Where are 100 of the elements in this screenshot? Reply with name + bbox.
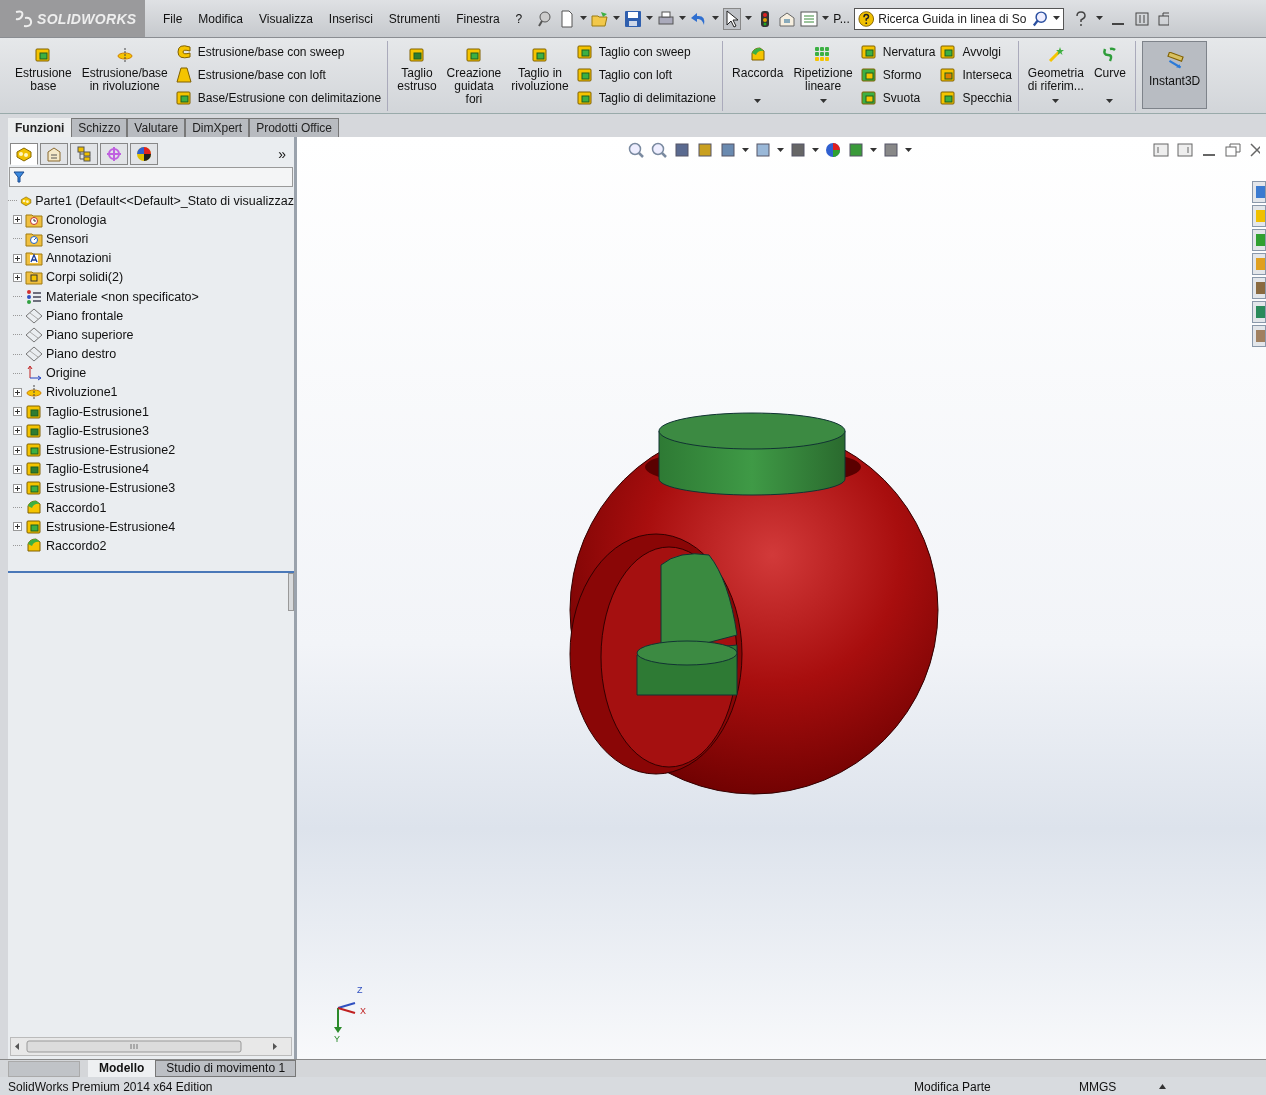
tree-item[interactable]: Estrusione-Estrusione2 [46, 443, 176, 458]
caret-up-icon[interactable] [1159, 1084, 1166, 1089]
print-icon[interactable] [657, 9, 676, 28]
tree-item[interactable]: Cronologia [46, 212, 107, 227]
tree-item[interactable]: Piano superiore [46, 327, 134, 342]
ribbon-button[interactable]: Creazione guidata fori [443, 41, 505, 109]
ribbon-command[interactable]: Base/Estrusione con delimitazione [197, 91, 382, 105]
caret-icon[interactable] [712, 16, 720, 21]
expand-box[interactable] [13, 387, 22, 397]
ribbon-command[interactable]: Taglio di delimitazione [598, 91, 717, 105]
caret-icon[interactable] [613, 16, 621, 21]
ribbon-command[interactable]: Estrusione/base con loft [197, 68, 326, 82]
caret-icon[interactable] [754, 99, 762, 104]
tree-item[interactable]: Taglio-Estrusione4 [46, 462, 149, 477]
model-tab[interactable]: Studio di movimento 1 [155, 1060, 297, 1077]
caret-icon[interactable] [777, 147, 784, 153]
tree-item[interactable]: Raccordo2 [46, 538, 107, 553]
panel-tab[interactable] [130, 143, 158, 165]
ribbon-button[interactable]: Ripetizione lineare [790, 41, 856, 109]
ribbon-button[interactable]: Estrusione/base in rivoluzione [78, 41, 171, 109]
tree-item[interactable]: Sensori [46, 231, 89, 246]
expand-box[interactable] [13, 445, 22, 455]
ribbon-command[interactable]: Svuota [882, 91, 921, 105]
caret-icon[interactable] [905, 147, 912, 153]
caret-icon[interactable] [679, 16, 687, 21]
tree-item[interactable]: Annotazioni [46, 251, 112, 266]
caret-icon[interactable] [870, 147, 877, 153]
restore-icon[interactable] [1156, 9, 1169, 28]
restore-icon[interactable] [1224, 141, 1242, 159]
ribbon-tab[interactable]: Funzioni [8, 118, 72, 137]
select-button[interactable] [723, 7, 742, 30]
horizontal-scrollbar[interactable] [10, 1037, 292, 1056]
ribbon-tab[interactable]: Valutare [127, 118, 186, 137]
save-icon[interactable] [624, 9, 643, 28]
caret-icon[interactable] [742, 147, 749, 153]
expand-box[interactable] [13, 426, 22, 436]
tree-item[interactable]: Estrusione-Estrusione4 [46, 519, 176, 534]
tree-item[interactable]: Parte1 (Default<<Default>_Stato di visualizzaz [35, 193, 294, 208]
instant3d-button[interactable]: Instant3D [1141, 41, 1208, 109]
caret-icon[interactable] [646, 16, 654, 21]
ribbon-tab[interactable]: Schizzo [71, 118, 128, 137]
search-icon[interactable] [1032, 9, 1049, 28]
tree-item[interactable]: Corpi solidi(2) [46, 270, 124, 285]
ribbon-button[interactable]: Geometria di riferim... [1024, 41, 1087, 109]
menu-item[interactable]: ? [507, 8, 531, 29]
task-pane-tab-icon[interactable] [1252, 277, 1266, 299]
ribbon-tab[interactable]: DimXpert [185, 118, 250, 137]
tree-item[interactable]: Piano frontale [46, 308, 124, 323]
ribbon-button[interactable]: Taglio estruso [394, 41, 440, 109]
expand-box[interactable] [13, 464, 22, 474]
zoom-to-fit-icon[interactable] [627, 141, 645, 159]
tree-item[interactable]: Estrusione-Estrusione3 [46, 481, 176, 496]
menu-item[interactable]: File [155, 8, 191, 29]
menu-item[interactable]: Strumenti [380, 8, 449, 29]
task-pane-tab-icon[interactable] [1252, 181, 1266, 203]
ribbon-command[interactable]: Estrusione/base con sweep [197, 45, 345, 59]
ribbon-command[interactable]: Nervatura [882, 45, 936, 59]
model-tab[interactable]: Modello [88, 1060, 156, 1077]
ribbon-command[interactable]: Avvolgi [962, 45, 1001, 59]
caret-icon[interactable] [822, 16, 830, 21]
menu-item[interactable]: Finestra [448, 8, 508, 29]
caret-icon[interactable] [1095, 16, 1103, 21]
zoom-area-icon[interactable] [650, 141, 668, 159]
tile-icon[interactable] [1132, 9, 1151, 28]
menu-item[interactable]: Visualizza [251, 8, 321, 29]
ribbon-command[interactable]: Sformo [882, 68, 922, 82]
tree-item[interactable]: Piano destro [46, 347, 117, 362]
caret-icon[interactable] [745, 16, 753, 21]
ribbon-button[interactable]: Taglio in rivoluzione [508, 41, 572, 109]
units-label[interactable]: MMGS [1079, 1079, 1159, 1094]
ribbon-button[interactable]: Curve [1090, 41, 1129, 109]
ribbon-button[interactable]: Estrusione base [12, 41, 75, 109]
tree-item[interactable]: Materiale <non specificato> [46, 289, 199, 304]
expand-box[interactable] [13, 272, 22, 282]
more-tabs-button[interactable]: » [278, 146, 286, 162]
tile-right-icon[interactable] [1176, 141, 1194, 159]
tree-item[interactable]: Taglio-Estrusione1 [46, 404, 149, 419]
ribbon-command[interactable]: Specchia [962, 91, 1012, 105]
menu-item[interactable]: Modifica [190, 8, 252, 29]
toolbar-overflow[interactable]: P... [833, 11, 850, 26]
tree-item[interactable]: Raccordo1 [46, 500, 107, 515]
caret-icon[interactable] [1052, 16, 1060, 21]
tree-item[interactable]: Taglio-Estrusione3 [46, 423, 149, 438]
caret-icon[interactable] [1106, 99, 1114, 104]
ribbon-button[interactable]: Raccorda [729, 41, 787, 109]
tree-item[interactable]: Rivoluzione1 [46, 385, 118, 400]
expand-box[interactable] [13, 483, 22, 493]
caret-icon[interactable] [580, 16, 588, 21]
close-icon[interactable] [1248, 141, 1260, 159]
expand-box[interactable] [13, 407, 22, 417]
appearance-icon[interactable] [824, 141, 842, 159]
ribbon-tab[interactable]: Prodotti Office [249, 118, 339, 137]
tree-item[interactable]: Origine [46, 366, 87, 381]
expand-box[interactable] [13, 215, 22, 225]
caret-icon[interactable] [812, 147, 819, 153]
expand-box[interactable] [13, 522, 22, 532]
caret-icon[interactable] [1052, 99, 1060, 104]
caret-icon[interactable] [819, 99, 827, 104]
filter-field[interactable] [9, 167, 293, 187]
task-pane-tab-icon[interactable] [1252, 301, 1266, 323]
